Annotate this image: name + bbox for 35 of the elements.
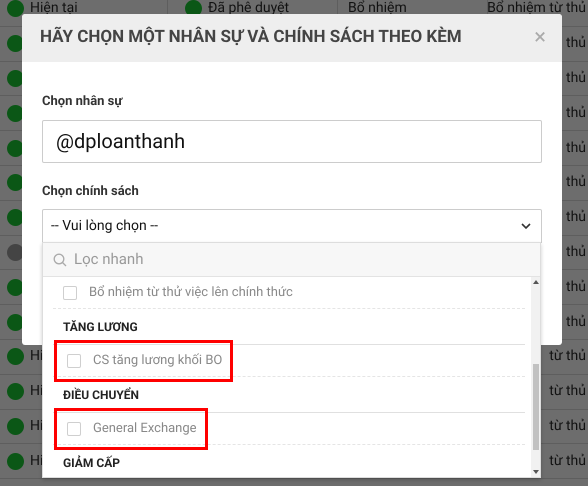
table-cell-text: thủ	[566, 278, 586, 297]
table-cell-text: từ thủ	[549, 347, 586, 366]
group-heading: GIẢM CẤP	[63, 454, 120, 472]
table-cell-text: từ thủ	[549, 416, 586, 436]
chevron-down-icon	[521, 222, 531, 230]
table-cell-text: thủ	[566, 138, 586, 158]
option-item[interactable]: General Exchange	[57, 410, 205, 446]
table-cell-text: thủ	[566, 173, 586, 192]
table-cell-text: Đã phê duyệt	[208, 0, 290, 18]
employee-field[interactable]: @dploanthanh	[42, 120, 542, 162]
field-label: Chọn chính sách	[42, 182, 139, 200]
table-cell-text: thủ	[566, 34, 586, 54]
table-cell-text: Bổ nhiệm từ thủ	[488, 0, 586, 18]
option-item[interactable]: CS tăng lương khối BO	[57, 342, 230, 378]
field-label: Chọn nhân sự	[42, 93, 122, 111]
search-icon	[53, 252, 67, 266]
table-cell-text: thủ	[566, 312, 586, 332]
search-field[interactable]: Lọc nhanh	[43, 243, 540, 277]
table-cell-text: từ thủ	[549, 382, 586, 402]
table-cell-text: thủ	[566, 208, 586, 228]
close-button[interactable]: ×	[534, 27, 546, 49]
checkbox[interactable]	[63, 286, 77, 300]
checkbox[interactable]	[67, 422, 81, 436]
table-cell-text: thủ	[566, 68, 586, 88]
group-heading: ĐIỀU CHUYỂN	[63, 386, 140, 404]
option-item[interactable]: Bổ nhiệm từ thử việc lên chính thức	[53, 277, 301, 310]
table-cell-text: từ thủ	[549, 452, 586, 471]
scrollbar[interactable]	[531, 277, 540, 477]
table-cell-text: thủ	[566, 242, 586, 262]
checkbox[interactable]	[67, 354, 81, 368]
table-cell-text: thủ	[566, 104, 586, 123]
table-cell-text: Hiện tại	[30, 0, 78, 18]
dialog-title: HÃY CHỌN MỘT NHÂN SỰ VÀ CHÍNH SÁCH THEO KÈM	[40, 26, 462, 50]
table-cell-text: Bổ nhiệm	[348, 0, 407, 18]
group-heading: TĂNG LƯƠNG	[63, 318, 138, 336]
